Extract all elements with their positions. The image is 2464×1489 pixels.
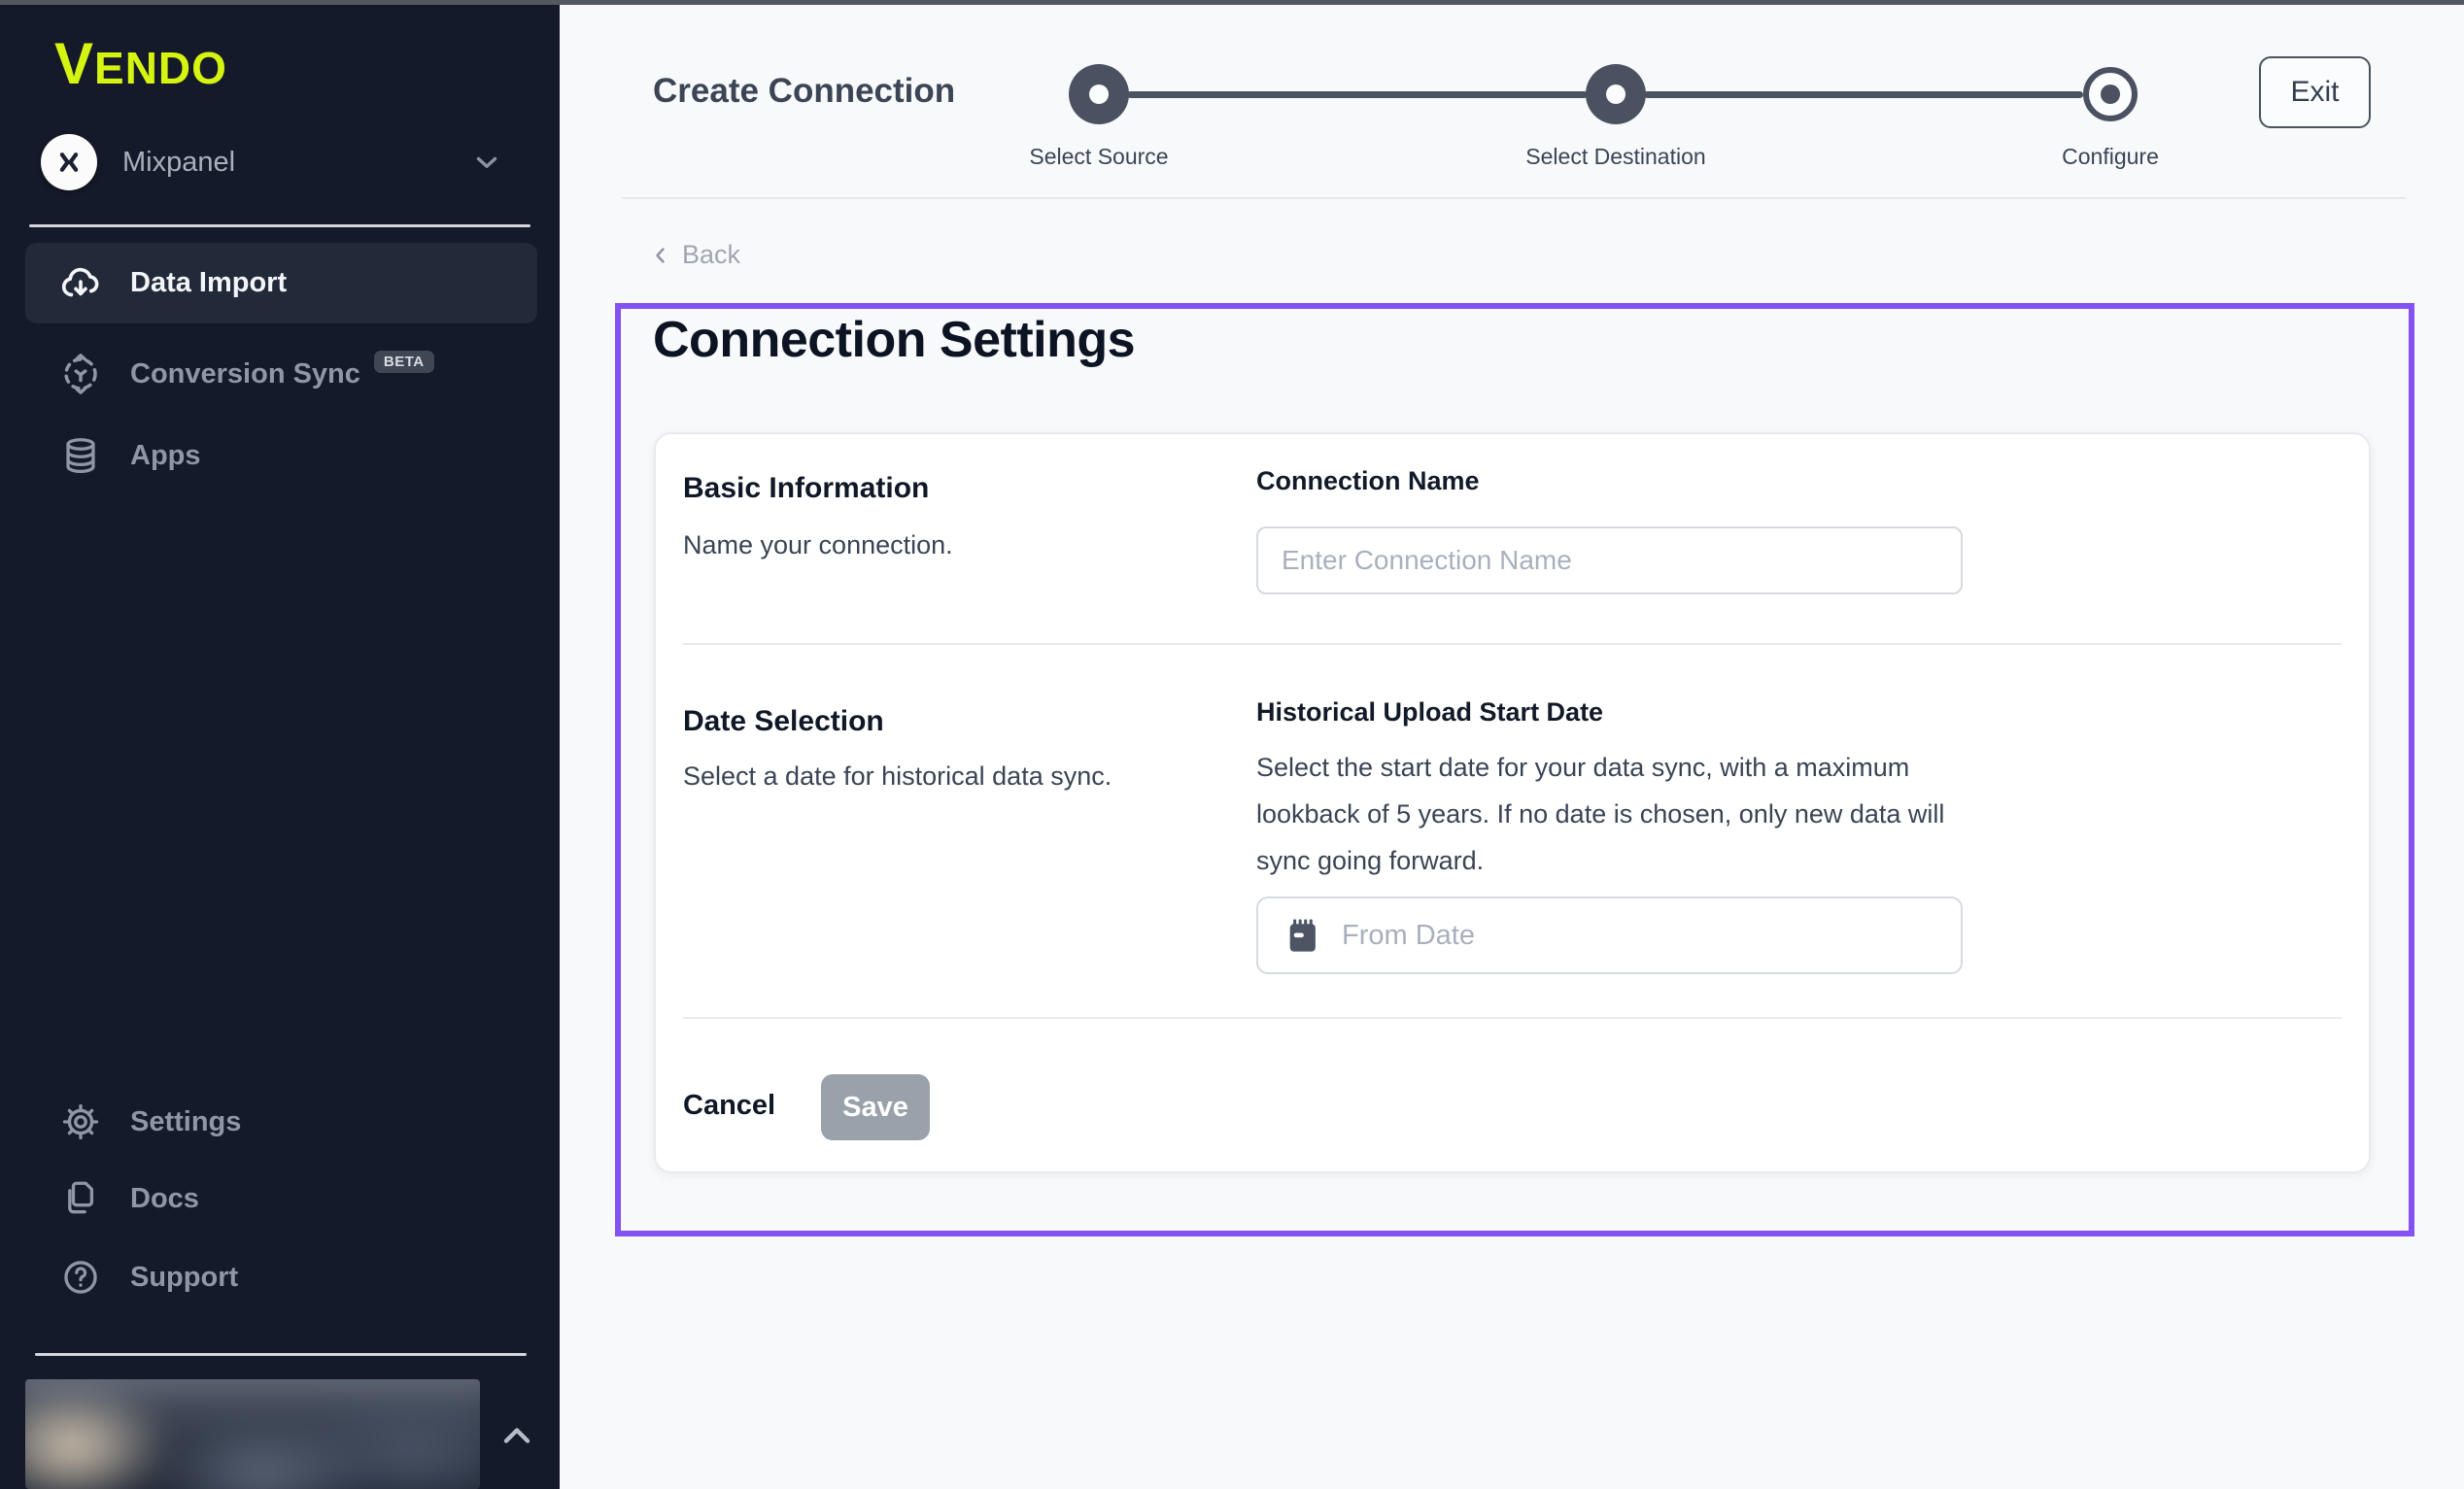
panel-title: Connection Settings bbox=[653, 311, 1135, 369]
docs-icon bbox=[58, 1178, 103, 1219]
connection-name-input[interactable] bbox=[1256, 526, 1963, 594]
step-dot-configure[interactable] bbox=[2083, 67, 2138, 121]
sidebar-item-apps[interactable]: Apps bbox=[25, 421, 537, 491]
window-top-strip bbox=[0, 0, 2464, 5]
back-link[interactable]: Back bbox=[649, 240, 740, 270]
card-divider bbox=[683, 643, 2342, 645]
sidebar-item-conversion-sync[interactable]: Conversion Sync BETA bbox=[25, 339, 537, 409]
vendo-logo: VENDO bbox=[54, 33, 227, 99]
sidebar-item-label: Data Import bbox=[130, 267, 287, 299]
help-icon bbox=[58, 1257, 103, 1298]
from-date-input[interactable] bbox=[1342, 898, 1961, 972]
sidebar-item-label: Settings bbox=[130, 1106, 241, 1138]
step-label: Select Destination bbox=[1525, 144, 1705, 170]
cloud-download-icon bbox=[58, 261, 103, 306]
stepper-connector bbox=[1127, 91, 1588, 98]
date-selection-subheading: Select a date for historical data sync. bbox=[683, 761, 1112, 792]
exit-button[interactable]: Exit bbox=[2259, 56, 2371, 128]
user-profile-blurred bbox=[25, 1379, 480, 1489]
stepper-connector bbox=[1644, 91, 2083, 98]
sidebar-item-data-import[interactable]: Data Import bbox=[25, 243, 537, 323]
sidebar-item-settings[interactable]: Settings bbox=[25, 1087, 537, 1157]
gear-icon bbox=[58, 1101, 103, 1142]
connection-name-label: Connection Name bbox=[1256, 466, 1480, 496]
back-label: Back bbox=[682, 240, 740, 270]
historical-upload-start-date-label: Historical Upload Start Date bbox=[1256, 697, 1603, 728]
card-divider bbox=[683, 1017, 2342, 1019]
step-dot-select-destination[interactable] bbox=[1586, 64, 1646, 124]
sidebar-item-label: Apps bbox=[130, 440, 201, 472]
step-label: Select Source bbox=[1029, 144, 1168, 170]
sidebar-item-support[interactable]: Support bbox=[25, 1242, 537, 1312]
cancel-button[interactable]: Cancel bbox=[683, 1090, 775, 1122]
user-profile-menu[interactable] bbox=[25, 1379, 480, 1489]
sidebar-item-label: Docs bbox=[130, 1183, 199, 1215]
mixpanel-logo-icon bbox=[52, 146, 86, 179]
sidebar-item-label: Support bbox=[130, 1262, 238, 1294]
from-date-field[interactable] bbox=[1256, 897, 1963, 974]
sidebar: VENDO Mixpanel bbox=[0, 0, 560, 1489]
sidebar-item-label: Conversion Sync bbox=[130, 358, 360, 390]
workspace-name: Mixpanel bbox=[122, 147, 235, 179]
historical-upload-description: Select the start date for your data sync… bbox=[1256, 744, 1946, 884]
date-selection-heading: Date Selection bbox=[683, 705, 884, 738]
workspace-avatar bbox=[41, 134, 97, 190]
workspace-selector[interactable]: Mixpanel bbox=[41, 130, 519, 194]
chevron-up-icon[interactable] bbox=[492, 1410, 542, 1461]
chevron-left-icon bbox=[649, 244, 672, 267]
save-button[interactable]: Save bbox=[821, 1074, 930, 1140]
step-dot-select-source[interactable] bbox=[1069, 64, 1129, 124]
header-divider bbox=[622, 197, 2406, 199]
page-title: Create Connection bbox=[653, 72, 955, 111]
step-label: Configure bbox=[2062, 144, 2159, 170]
sidebar-divider bbox=[29, 224, 530, 227]
sidebar-item-docs[interactable]: Docs bbox=[25, 1164, 537, 1234]
sync-distribute-icon bbox=[58, 353, 103, 395]
app-root: VENDO Mixpanel bbox=[0, 0, 2464, 1489]
sidebar-divider bbox=[35, 1353, 527, 1356]
beta-badge: BETA bbox=[374, 351, 434, 373]
calendar-icon bbox=[1283, 916, 1320, 955]
basic-information-subheading: Name your connection. bbox=[683, 530, 953, 560]
basic-information-heading: Basic Information bbox=[683, 472, 929, 505]
database-icon bbox=[58, 435, 103, 476]
chevron-down-icon bbox=[470, 146, 503, 179]
